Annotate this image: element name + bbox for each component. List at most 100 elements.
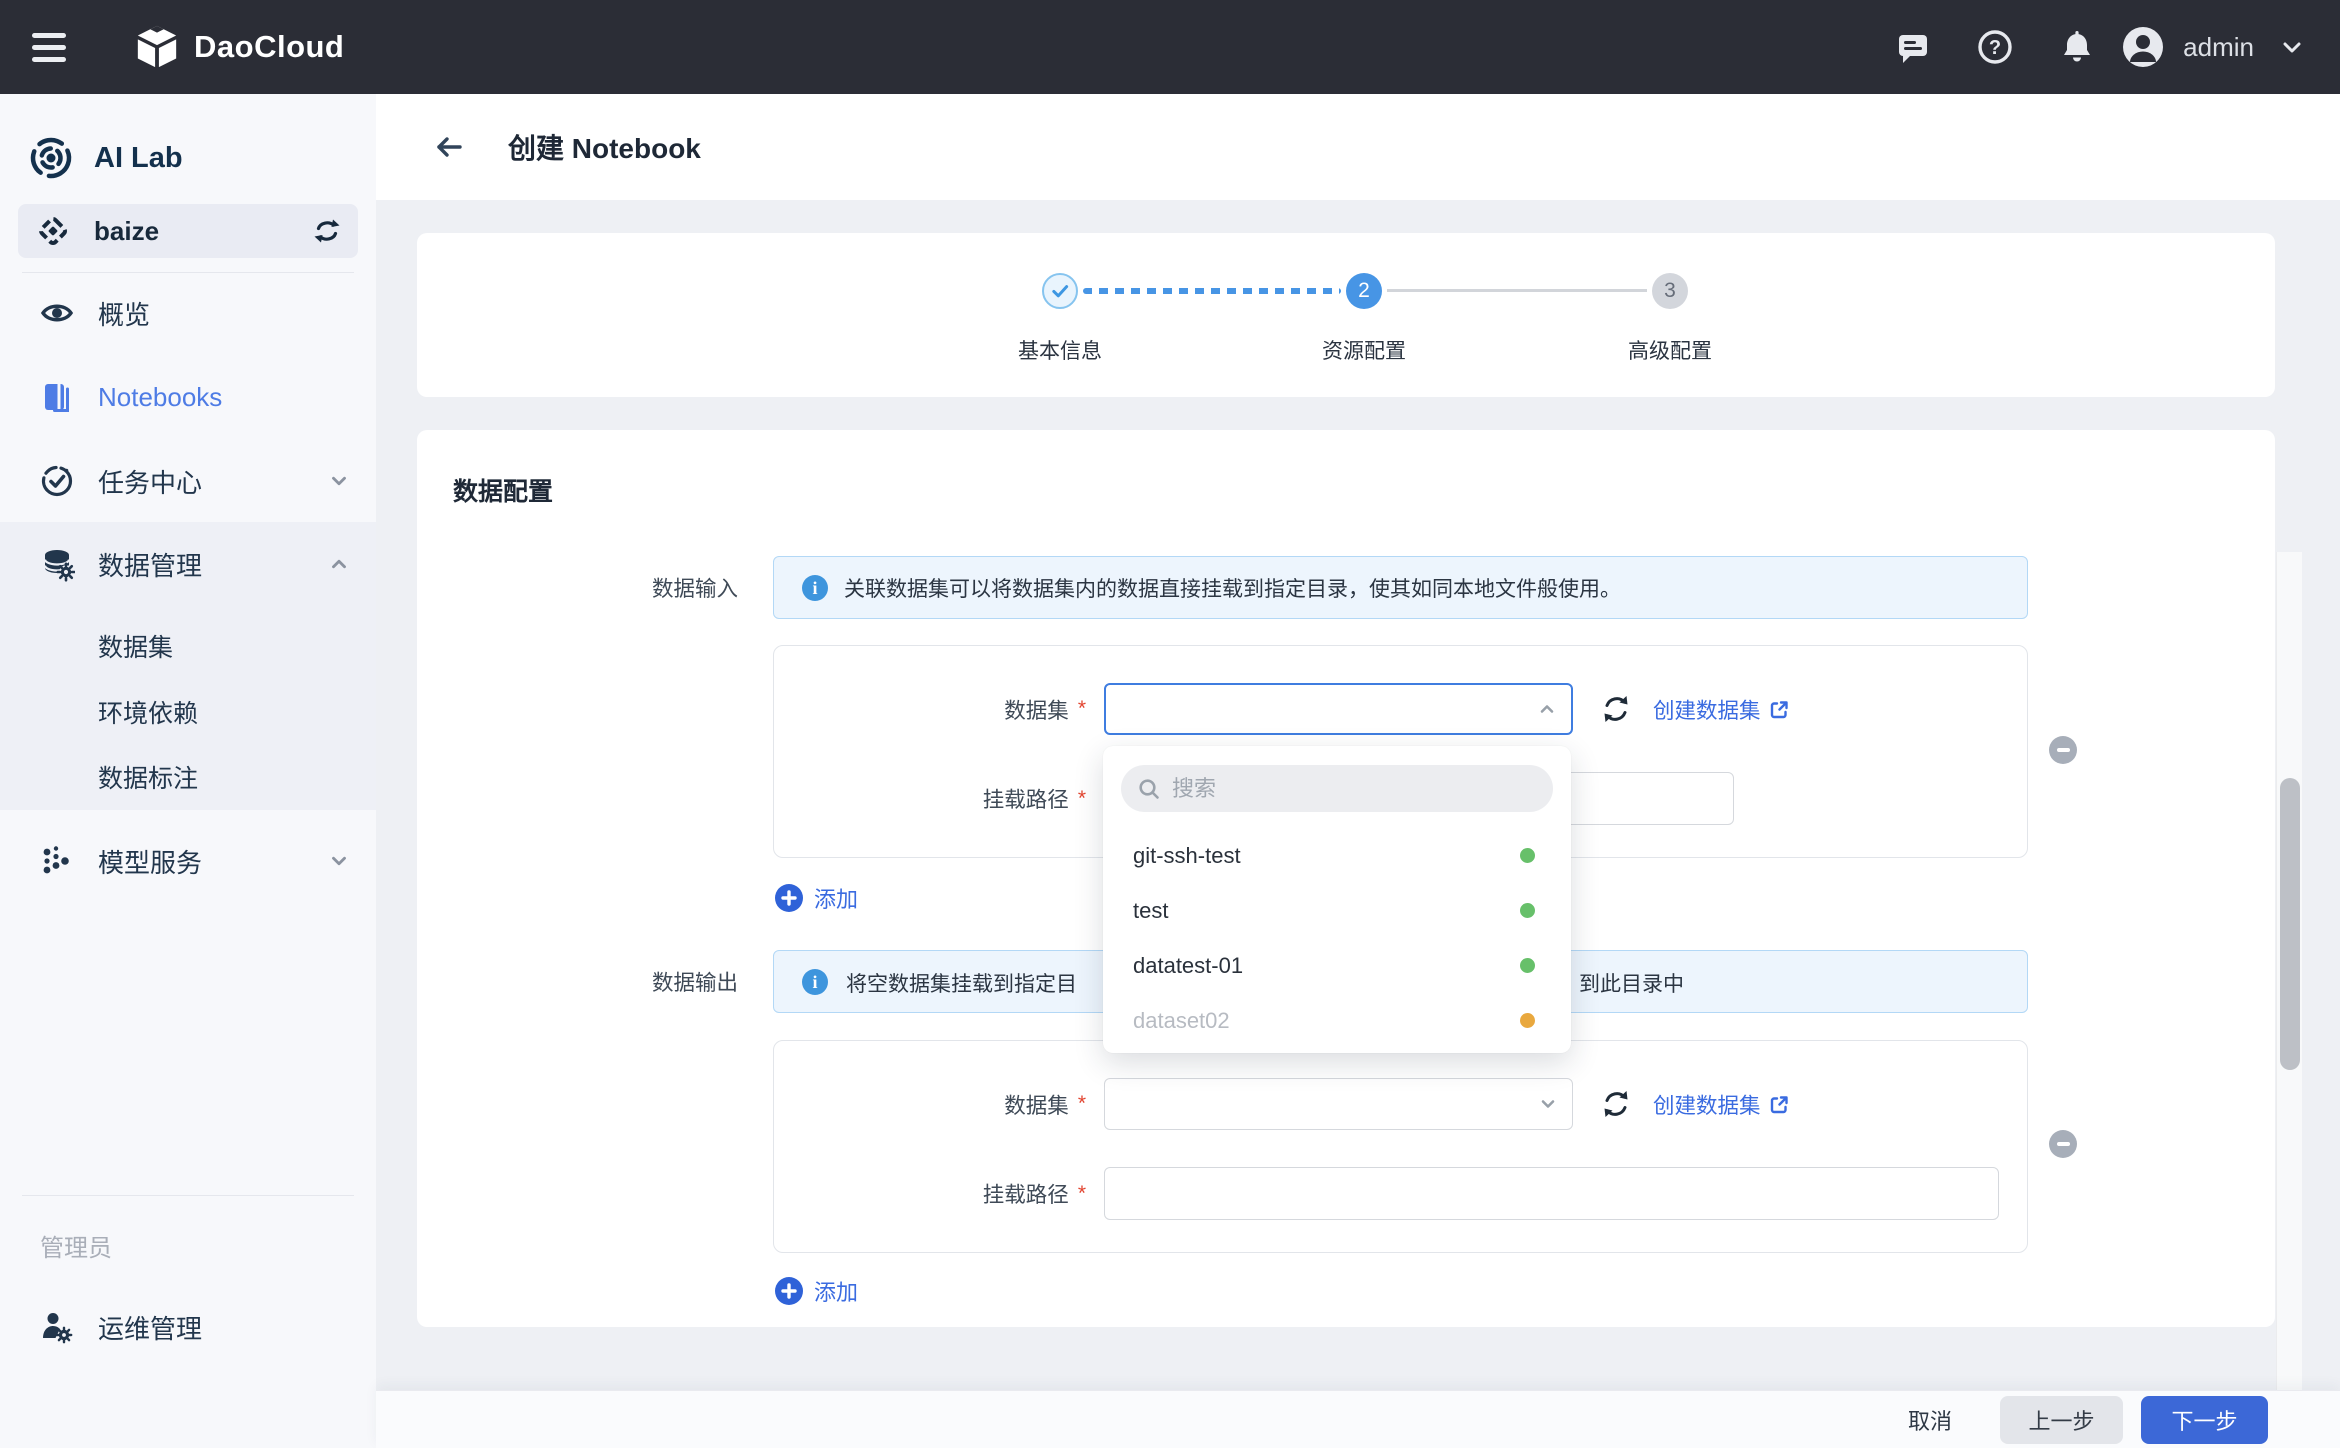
- required-asterisk: *: [1078, 1182, 1086, 1206]
- step-1-label: 基本信息: [950, 335, 1170, 365]
- minus-icon: [2057, 748, 2070, 752]
- book-icon: [38, 380, 76, 414]
- app-header: AI Lab: [28, 132, 183, 184]
- admin-section-label: 管理员: [40, 1228, 112, 1263]
- help-icon[interactable]: ?: [1975, 27, 2015, 67]
- required-asterisk: *: [1078, 1092, 1086, 1116]
- add-button-label: 添加: [814, 1275, 858, 1307]
- brand-logo[interactable]: DaoCloud: [134, 24, 344, 70]
- mount-path-input[interactable]: [1104, 1167, 1999, 1220]
- remove-data-input-button[interactable]: [2049, 736, 2077, 764]
- create-dataset-link[interactable]: 创建数据集: [1653, 1089, 1790, 1120]
- bell-icon[interactable]: [2057, 27, 2097, 67]
- sidebar-item-env-dependencies[interactable]: 环境依赖: [0, 684, 376, 740]
- sidebar-item-label: 模型服务: [98, 843, 202, 880]
- sidebar-subitem-label: 数据集: [0, 628, 173, 664]
- step-3-label: 高级配置: [1560, 335, 1780, 365]
- chevron-up-icon: [1537, 699, 1557, 719]
- mount-path-field-label: 挂载路径*: [774, 1178, 1086, 1209]
- sidebar-item-model-services[interactable]: 模型服务: [0, 833, 376, 889]
- alert-text-suffix: 到此目录中: [1579, 951, 1684, 1014]
- ai-lab-icon: [28, 135, 74, 181]
- scrollbar-thumb[interactable]: [2280, 778, 2300, 1070]
- user-menu[interactable]: admin: [2121, 25, 2304, 69]
- avatar-icon: [2121, 25, 2165, 69]
- daocloud-cube-icon: [134, 24, 180, 70]
- messages-icon[interactable]: [1893, 27, 1933, 67]
- caret-down-icon: [2280, 35, 2304, 59]
- refresh-icon[interactable]: [1599, 1087, 1633, 1121]
- data-input-alert: i 关联数据集可以将数据集内的数据直接挂载到指定目录，使其如同本地文件般使用。: [773, 556, 2028, 619]
- dataset-select-input[interactable]: [1104, 1078, 1573, 1130]
- dropdown-search-input[interactable]: [1172, 776, 1502, 802]
- step-3-circle[interactable]: 3: [1652, 273, 1688, 309]
- dropdown-option[interactable]: datatest-01: [1103, 938, 1571, 993]
- add-data-output-button[interactable]: 添加: [775, 1275, 858, 1307]
- status-dot-green: [1520, 958, 1535, 973]
- status-dot-green: [1520, 848, 1535, 863]
- scrollbar-track[interactable]: [2276, 552, 2302, 1390]
- main-area: 创建 Notebook 2 3 基本信息 资源配置 高级配置 数据配置 数据输入…: [376, 94, 2340, 1448]
- sidebar-divider: [22, 1195, 354, 1196]
- external-link-icon: [1769, 699, 1790, 720]
- workspace-name: baize: [94, 216, 159, 247]
- sidebar-item-label: 任务中心: [98, 463, 202, 500]
- sidebar-item-overview[interactable]: 概览: [0, 285, 376, 341]
- brand-name: DaoCloud: [194, 29, 344, 65]
- eye-icon: [38, 295, 76, 331]
- back-arrow-icon[interactable]: [432, 130, 466, 164]
- dropdown-option[interactable]: test: [1103, 883, 1571, 938]
- dropdown-option[interactable]: git-ssh-test: [1103, 828, 1571, 883]
- previous-step-button[interactable]: 上一步: [2000, 1396, 2123, 1444]
- sidebar-item-label: Notebooks: [98, 382, 222, 413]
- next-step-button[interactable]: 下一步: [2141, 1396, 2268, 1444]
- model-nodes-icon: [38, 844, 76, 878]
- topbar-actions: ? admin: [1851, 25, 2304, 69]
- info-icon: i: [802, 575, 828, 601]
- sidebar-item-ops-management[interactable]: 运维管理: [0, 1299, 376, 1355]
- section-title: 数据配置: [453, 472, 553, 508]
- hamburger-menu-icon[interactable]: [32, 26, 78, 69]
- info-icon: i: [802, 969, 828, 995]
- sidebar-item-notebooks[interactable]: Notebooks: [0, 369, 376, 425]
- data-output-label: 数据输出: [417, 950, 738, 1013]
- page-title: 创建 Notebook: [508, 127, 701, 167]
- sidebar-item-data-management[interactable]: 数据管理: [0, 536, 376, 592]
- data-output-group-card: 数据集* 创建数据集: [773, 1040, 2028, 1253]
- cancel-button[interactable]: 取消: [1908, 1404, 1952, 1436]
- chevron-down-icon: [328, 470, 350, 492]
- plus-icon: [775, 1277, 803, 1305]
- sidebar-item-data-annotation[interactable]: 数据标注: [0, 749, 376, 805]
- plus-icon: [775, 884, 803, 912]
- alert-text: 关联数据集可以将数据集内的数据直接挂载到指定目录，使其如同本地文件般使用。: [844, 573, 1621, 603]
- baize-icon: [38, 216, 68, 246]
- sidebar-item-datasets[interactable]: 数据集: [0, 618, 376, 674]
- remove-data-output-button[interactable]: [2049, 1130, 2077, 1158]
- dataset-field-label: 数据集*: [774, 694, 1086, 725]
- dropdown-search[interactable]: [1121, 765, 1553, 812]
- username: admin: [2183, 32, 2254, 63]
- dropdown-options: git-ssh-test test datatest-01 dataset02: [1103, 828, 1571, 1048]
- sidebar-item-task-center[interactable]: 任务中心: [0, 453, 376, 509]
- page-header: 创建 Notebook: [376, 94, 2340, 200]
- sidebar-item-label: 运维管理: [98, 1309, 202, 1346]
- step-2-circle[interactable]: 2: [1346, 273, 1382, 309]
- required-asterisk: *: [1078, 697, 1086, 721]
- dataset-dropdown: git-ssh-test test datatest-01 dataset02: [1103, 746, 1571, 1053]
- data-input-label: 数据输入: [417, 556, 738, 619]
- create-dataset-link[interactable]: 创建数据集: [1653, 694, 1790, 725]
- dataset-select-input[interactable]: [1104, 683, 1573, 735]
- dropdown-option-disabled[interactable]: dataset02: [1103, 993, 1571, 1048]
- add-data-input-button[interactable]: 添加: [775, 882, 858, 914]
- wizard-footer: 取消 上一步 下一步: [376, 1390, 2340, 1448]
- search-icon: [1138, 778, 1160, 800]
- workspace-selector[interactable]: baize: [18, 204, 358, 258]
- topbar: DaoCloud ?: [0, 0, 2340, 94]
- refresh-icon[interactable]: [1599, 692, 1633, 726]
- sidebar-subitem-label: 环境依赖: [0, 694, 198, 730]
- stepper-connector-done: [1083, 288, 1341, 294]
- swap-workspace-icon[interactable]: [312, 216, 342, 246]
- step-1-circle[interactable]: [1042, 273, 1078, 309]
- required-asterisk: *: [1078, 787, 1086, 811]
- sidebar-item-label: 数据管理: [98, 546, 202, 583]
